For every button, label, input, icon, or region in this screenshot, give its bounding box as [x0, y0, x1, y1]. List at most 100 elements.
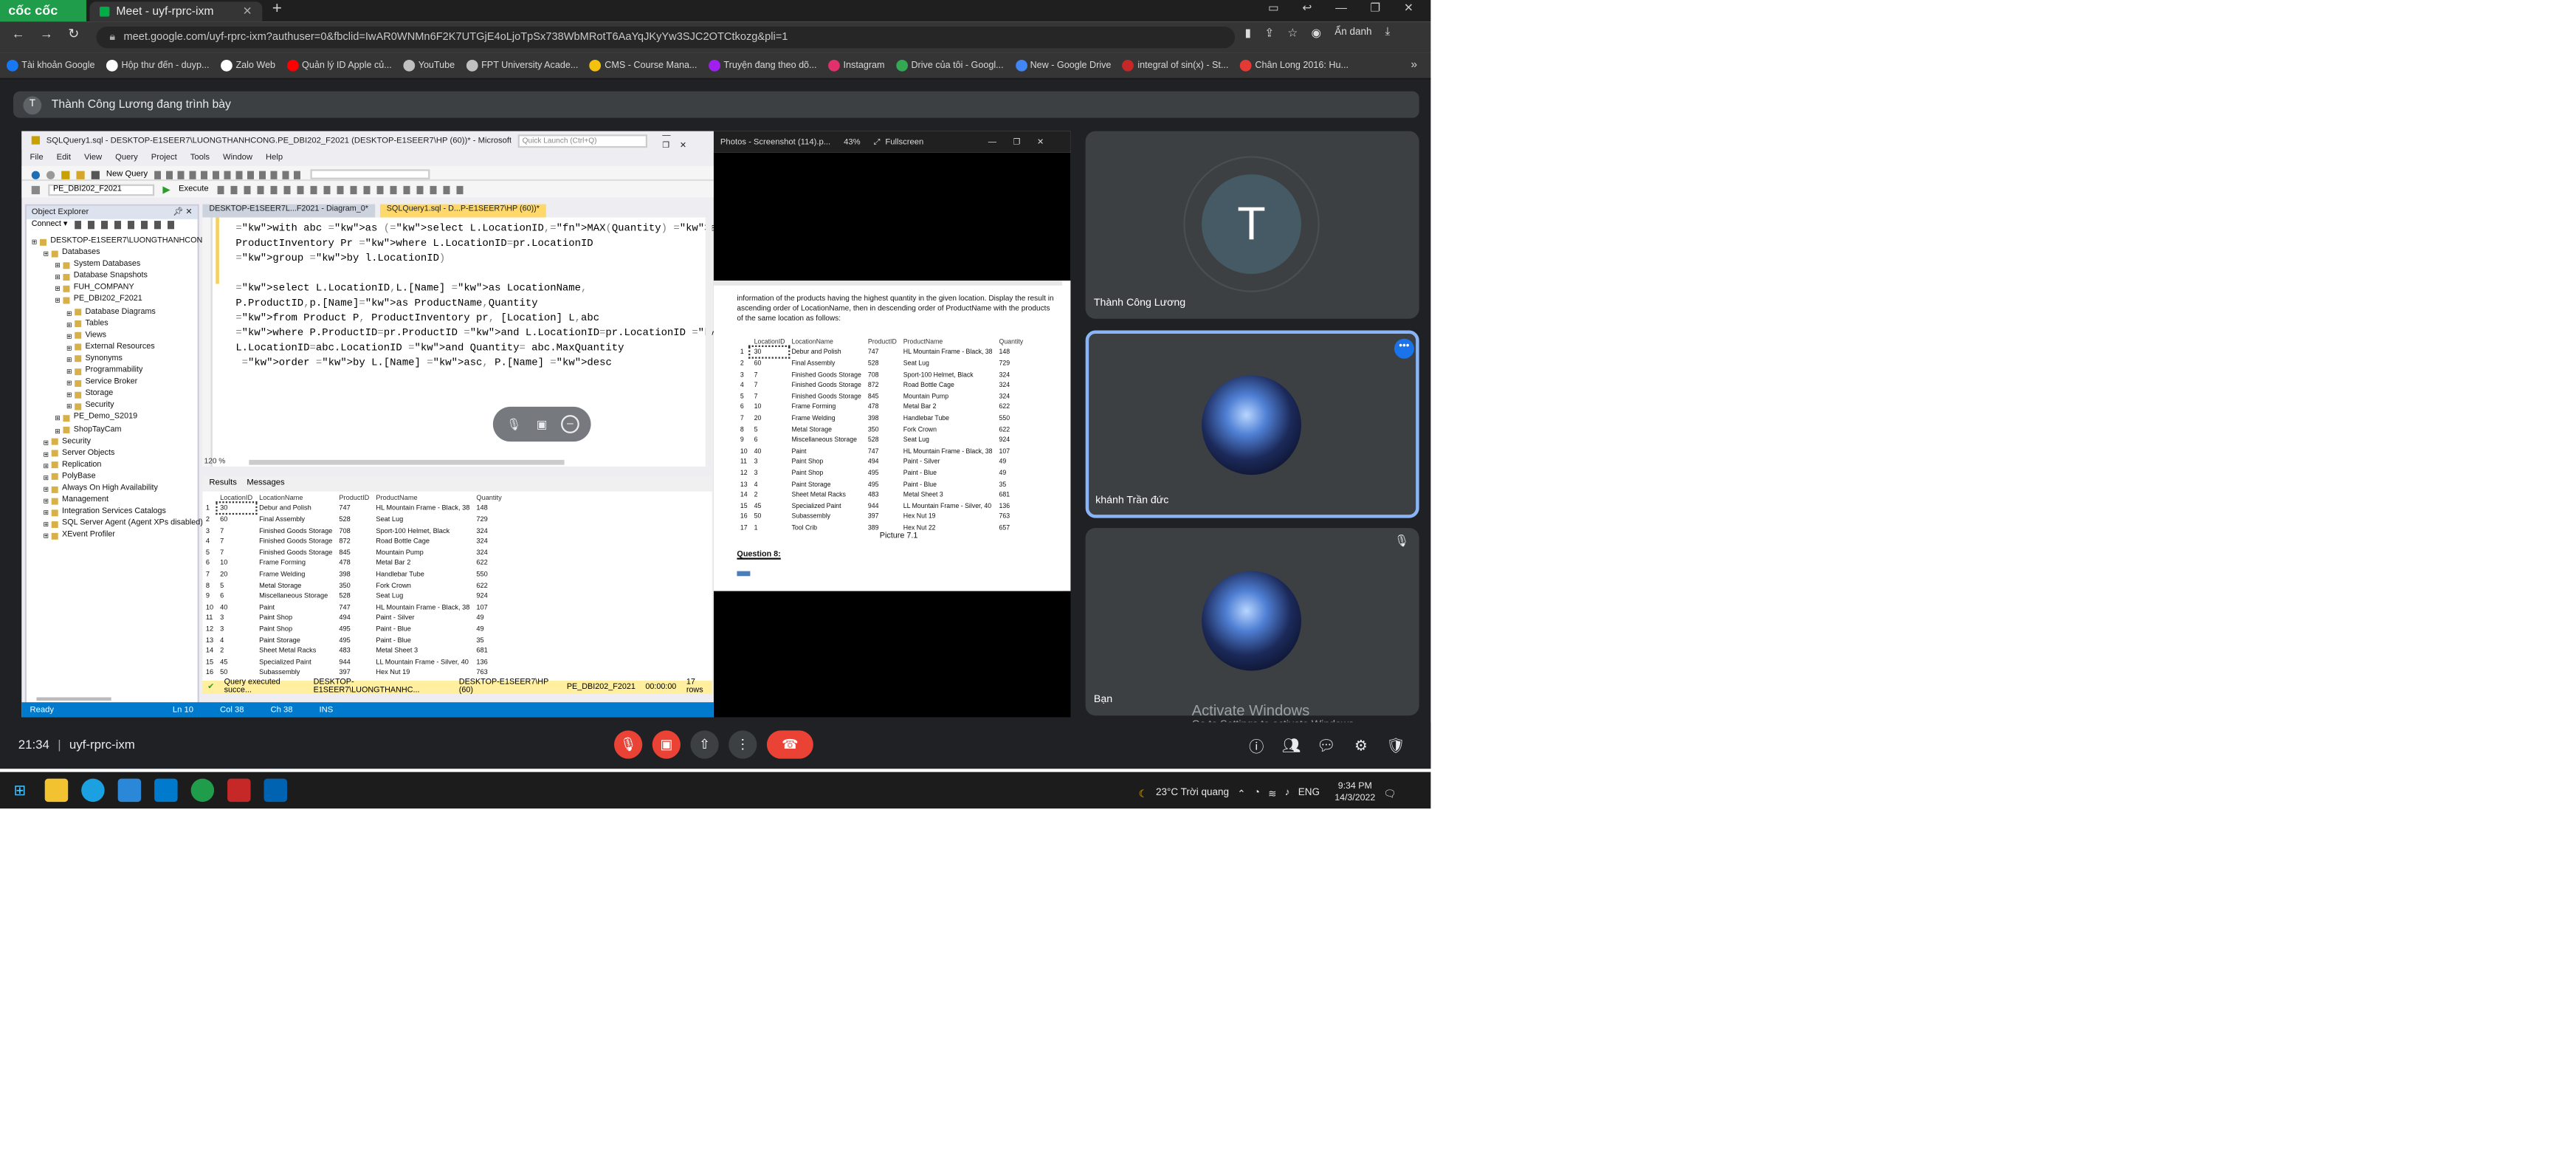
people-icon[interactable]: 👥︎: [1280, 737, 1303, 755]
code-area[interactable]: ="kw">with abc ="kw">as (="kw">select L.…: [235, 221, 714, 370]
table-row[interactable]: 13 4 Paint Storage 495 Paint - Blue 35: [737, 478, 1026, 489]
camera-off-icon[interactable]: ▣: [533, 415, 551, 433]
save-icon[interactable]: [91, 170, 100, 179]
table-row[interactable]: 9 6 Miscellaneous Storage 528 Seat Lug 924: [202, 590, 505, 601]
photos-taskbar-icon[interactable]: [264, 778, 288, 803]
bookmark-item[interactable]: New - Google Drive: [1015, 59, 1111, 72]
tree-node[interactable]: ⊞ SQL Server Agent (Agent XPs disabled): [32, 518, 209, 530]
participant-tile-2[interactable]: khánh Trần đức •••: [1085, 330, 1419, 518]
results-grid[interactable]: LocationID LocationName ProductID ProductNa…: [202, 491, 712, 683]
activities-icon[interactable]: ⚙︎: [1349, 737, 1372, 755]
expand-icon[interactable]: ⊞: [66, 389, 72, 401]
expand-icon[interactable]: ⊞: [43, 436, 49, 447]
expand-icon[interactable]: ⊞: [55, 425, 61, 436]
table-row[interactable]: 7 20 Frame Welding 398 Handlebar Tube 550: [202, 568, 505, 579]
language-indicator[interactable]: ENG: [1298, 789, 1320, 798]
menu-edit[interactable]: Edit: [57, 153, 71, 162]
expand-icon[interactable]: ⊞: [66, 354, 72, 365]
table-row[interactable]: 4 7 Finished Goods Storage 872 Road Bottle C…: [737, 379, 1026, 391]
expand-icon[interactable]: ⊞: [43, 518, 49, 530]
camera-toggle-icon[interactable]: ▣: [652, 730, 681, 759]
table-row[interactable]: 8 5 Metal Storage 350 Fork Crown 622: [737, 423, 1026, 434]
clock[interactable]: 9:34 PM 14/3/2022: [1335, 782, 1375, 805]
table-row[interactable]: 10 40 Paint 747 HL Mountain Frame - Black, 3…: [202, 601, 505, 612]
expand-icon[interactable]: ⊞: [66, 377, 72, 389]
share-icon[interactable]: ⇪: [1264, 27, 1274, 40]
browser-logo[interactable]: cốc cốc: [0, 0, 86, 22]
messages-tab[interactable]: Messages: [247, 478, 284, 488]
tree-node[interactable]: ⊞ Tables: [32, 318, 209, 330]
bookmark-item[interactable]: Drive của tôi - Googl...: [896, 59, 1004, 72]
column-header[interactable]: [202, 492, 216, 503]
close-window-icon[interactable]: ✕: [1404, 1, 1413, 15]
tree-node[interactable]: ⊞ PolyBase: [32, 471, 209, 483]
bookmark-item[interactable]: Quản lý ID Apple củ...: [286, 59, 392, 72]
participant-tile-3[interactable]: Bạn 🎙︎: [1085, 528, 1419, 716]
info-icon[interactable]: ⓘ: [1245, 735, 1268, 757]
expand-icon[interactable]: ⊞: [55, 271, 61, 283]
table-row[interactable]: 2 60 Final Assembly 528 Seat Lug 729: [737, 357, 1026, 368]
table-row[interactable]: 12 3 Paint Shop 495 Paint - Blue 49: [737, 467, 1026, 478]
table-row[interactable]: 16 50 Subassembly 397 Hex Nut 19 763: [202, 667, 505, 678]
menu-view[interactable]: View: [84, 153, 102, 162]
bookmark-item[interactable]: Instagram: [828, 59, 884, 72]
database-select[interactable]: PE_DBI202_F2021: [48, 183, 155, 196]
table-row[interactable]: 1 30 Debur and Polish 747 HL Mountain Frame …: [737, 344, 1026, 360]
table-row[interactable]: 12 3 Paint Shop 495 Paint - Blue 49: [202, 623, 505, 634]
editor-vscroll[interactable]: [705, 217, 712, 467]
tab-close-icon[interactable]: ✕: [243, 5, 252, 18]
expand-icon[interactable]: ⊞: [43, 471, 49, 483]
results-tab[interactable]: Results: [202, 478, 237, 488]
quick-launch[interactable]: Quick Launch (Ctrl+Q): [517, 134, 648, 148]
expand-icon[interactable]: ⊞: [66, 330, 72, 342]
connect-button[interactable]: Connect ▾: [32, 221, 68, 229]
present-screen-icon[interactable]: ⇧: [690, 730, 719, 759]
photos-zoom[interactable]: 43%: [844, 137, 861, 147]
network-icon[interactable]: ◔: [1254, 789, 1260, 798]
browser-tab-active[interactable]: Meet - uyf-rprc-ixm ✕: [89, 1, 263, 22]
table-row[interactable]: 10 40 Paint 747 HL Mountain Frame - Black, 3…: [737, 445, 1026, 456]
column-header[interactable]: LocationName: [256, 492, 336, 503]
tree-node[interactable]: ⊞ Databases: [32, 247, 209, 259]
camera-icon[interactable]: ▮: [1245, 27, 1252, 40]
open-file-icon[interactable]: [76, 170, 85, 179]
column-header[interactable]: LocationID: [217, 492, 256, 503]
more-vert-icon[interactable]: ⋮: [729, 730, 757, 759]
bookmark-item[interactable]: Truyện đang theo dõ...: [709, 59, 817, 72]
tree-node[interactable]: ⊞ DESKTOP-E1SEER7\LUONGTHANHCONG: [32, 236, 209, 247]
column-header[interactable]: Quantity: [996, 335, 1027, 346]
expand-icon[interactable]: ⊞: [55, 295, 61, 306]
bookmark-item[interactable]: FPT University Acade...: [466, 59, 578, 72]
tree-node[interactable]: ⊞ XEvent Profiler: [32, 530, 209, 542]
column-header[interactable]: LocationName: [788, 335, 864, 346]
solution-combo[interactable]: [310, 169, 430, 179]
zoom-level[interactable]: 120 %: [204, 456, 226, 464]
edge-icon[interactable]: [81, 778, 105, 803]
bookmark-item[interactable]: integral of sin(x) - St...: [1123, 59, 1228, 72]
tree-node[interactable]: ⊞ Integration Services Catalogs: [32, 506, 209, 518]
more-options-icon[interactable]: •••: [1394, 338, 1414, 359]
new-tab-button[interactable]: +: [272, 0, 282, 18]
tree-node[interactable]: ⊞ System Databases: [32, 259, 209, 271]
photos-window-controls[interactable]: —❐✕: [988, 137, 1061, 147]
tree-node[interactable]: ⊞ Programmability: [32, 365, 209, 377]
tree-node[interactable]: ⊞ Storage: [32, 389, 209, 401]
editor-hscroll[interactable]: [249, 459, 565, 465]
mic-toggle-icon[interactable]: 🎙︎: [614, 730, 643, 759]
new-query-button[interactable]: New Query: [106, 169, 148, 179]
table-row[interactable]: 14 2 Sheet Metal Racks 483 Metal Sheet 3 681: [202, 645, 505, 656]
table-row[interactable]: 11 3 Paint Shop 494 Paint - Silver 49: [737, 456, 1026, 467]
tree-node[interactable]: ⊞ Views: [32, 330, 209, 342]
tab-diagram[interactable]: DESKTOP-E1SEER7L...F2021 - Diagram_0*: [202, 204, 375, 218]
expand-icon[interactable]: ⊞: [43, 495, 49, 506]
column-header[interactable]: ProductName: [900, 335, 996, 346]
star-icon[interactable]: ☆: [1287, 27, 1298, 40]
table-row[interactable]: 7 20 Frame Welding 398 Handlebar Tube 550: [737, 412, 1026, 423]
host-controls-icon[interactable]: 🛡︎: [1384, 737, 1407, 755]
table-row[interactable]: 5 7 Finished Goods Storage 845 Mountain Pump…: [737, 390, 1026, 401]
table-row[interactable]: 15 45 Specialized Paint 944 LL Mountain Fram…: [737, 500, 1026, 511]
table-row[interactable]: 15 45 Specialized Paint 944 LL Mountain Fram…: [202, 656, 505, 667]
table-row[interactable]: 3 7 Finished Goods Storage 708 Sport-100 Hel…: [202, 524, 505, 535]
incognito-label[interactable]: Ẩn danh: [1335, 28, 1371, 38]
column-header[interactable]: [737, 335, 751, 346]
